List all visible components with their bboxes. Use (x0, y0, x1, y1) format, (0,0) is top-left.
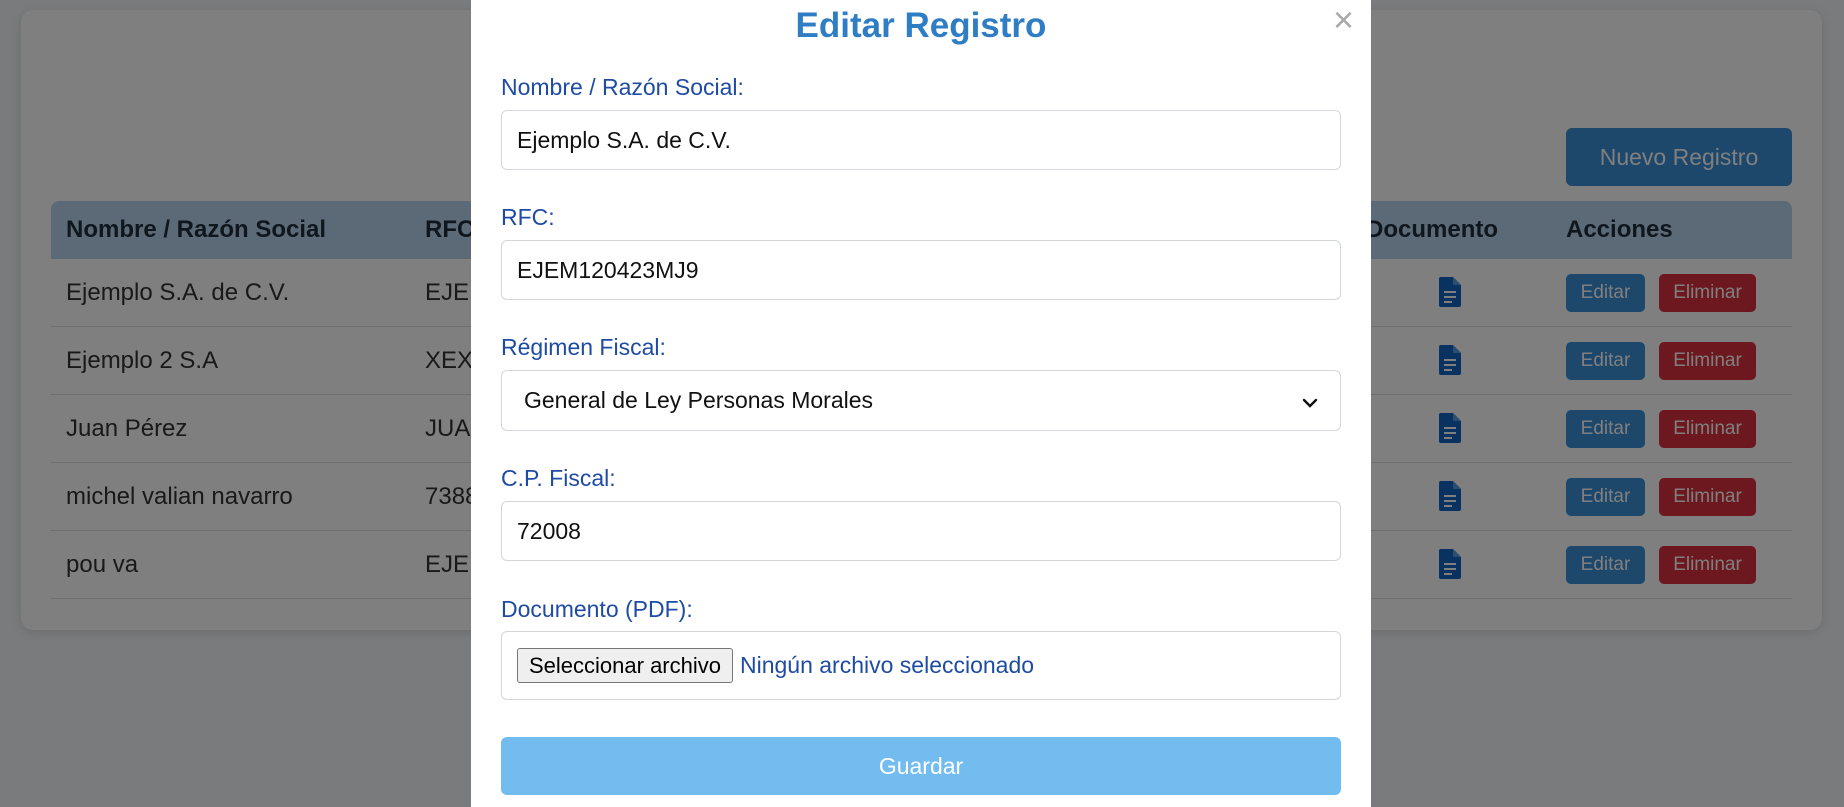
save-button[interactable]: Guardar (501, 737, 1341, 795)
regimen-label: Régimen Fiscal: (501, 334, 666, 360)
regimen-select[interactable]: General de Ley Personas Morales (501, 370, 1341, 431)
document-file-input[interactable]: Seleccionar archivo Ningún archivo selec… (501, 631, 1341, 700)
chevron-down-icon (1302, 387, 1318, 414)
regimen-selected-value: General de Ley Personas Morales (524, 387, 874, 413)
cp-label: C.P. Fiscal: (501, 465, 616, 491)
rfc-label: RFC: (501, 204, 555, 230)
name-label: Nombre / Razón Social: (501, 74, 744, 100)
cp-input[interactable] (501, 501, 1341, 561)
rfc-input[interactable] (501, 240, 1341, 300)
document-label: Documento (PDF): (501, 596, 693, 622)
close-icon[interactable]: × (1333, 2, 1354, 38)
file-status: Ningún archivo seleccionado (739, 652, 1035, 678)
modal-title: Editar Registro (795, 6, 1047, 45)
choose-file-button[interactable]: Seleccionar archivo (517, 648, 733, 683)
edit-record-modal: Editar Registro × Nombre / Razón Social:… (471, 0, 1371, 807)
name-input[interactable] (501, 110, 1341, 170)
